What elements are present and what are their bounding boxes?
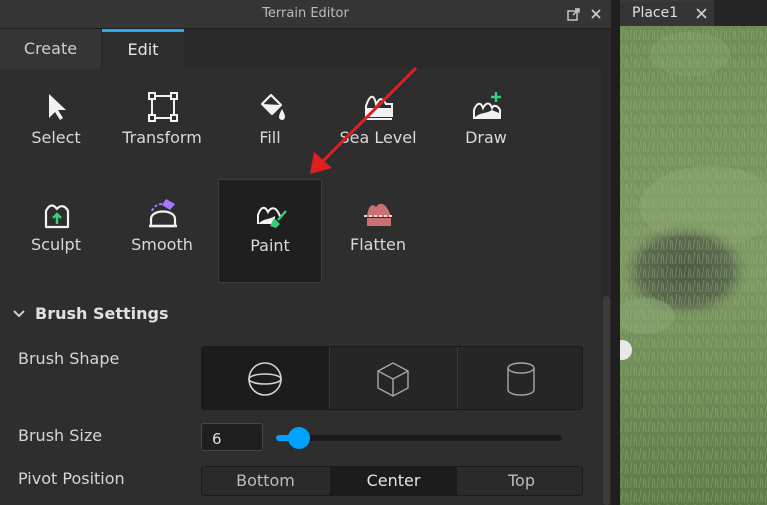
annotation-arrow [310,66,418,174]
window-title: Terrain Editor [262,6,349,21]
pivot-top-button[interactable]: Top [458,467,585,495]
tool-label: Draw [465,128,507,147]
tool-flatten[interactable]: Flatten [326,179,430,283]
tool-label: Sculpt [31,235,81,254]
brush-shape-selector [201,346,583,410]
smooth-icon [149,199,177,228]
section-title: Brush Settings [35,304,169,323]
close-icon[interactable] [588,6,604,22]
3d-viewport[interactable] [620,26,767,505]
transform-icon [148,92,178,122]
tool-draw[interactable]: Draw [434,72,538,176]
draw-terrain-icon [473,92,501,119]
tool-label: Smooth [131,235,193,254]
panel-scrollbar[interactable] [602,68,611,505]
pivot-bottom-button[interactable]: Bottom [202,467,329,495]
shape-cylinder-button[interactable] [458,347,585,409]
select-arrow-icon [49,94,66,120]
tool-label: Paint [250,236,290,255]
document-tab-bar: Place1 [620,0,767,26]
flatten-icon [364,203,394,226]
pivot-center-button[interactable]: Center [330,467,457,495]
document-tab[interactable]: Place1 [620,0,714,26]
undock-icon[interactable] [566,6,582,22]
pivot-position-label: Pivot Position [18,469,125,488]
tool-select[interactable]: Select [4,72,108,176]
sculpt-icon [44,204,70,229]
paint-icon [257,206,287,228]
tool-sculpt[interactable]: Sculpt [4,179,108,283]
slider-thumb[interactable] [287,427,310,449]
tool-smooth[interactable]: Smooth [110,179,214,283]
tool-label: Flatten [350,235,406,254]
terrain-editor-panel: Terrain Editor Create Edit Select Transf… [0,0,611,505]
shape-sphere-button[interactable] [202,347,329,409]
tool-paint[interactable]: Paint [218,179,322,283]
brush-size-input[interactable] [201,423,263,451]
terrain-scene [620,26,767,505]
document-tab-label: Place1 [632,5,679,21]
pivot-position-selector: Bottom Center Top [201,466,583,496]
brush-size-label: Brush Size [18,426,103,445]
close-tab-icon[interactable] [696,8,707,19]
shape-cube-button[interactable] [330,347,457,409]
tool-label: Select [31,128,81,147]
tool-transform[interactable]: Transform [110,72,214,176]
cylinder-icon [507,362,535,396]
scrollbar-thumb[interactable] [603,296,610,505]
cube-icon [377,362,409,397]
tab-create[interactable]: Create [0,29,102,69]
panel-splitter[interactable] [611,0,620,505]
tool-label: Transform [122,128,202,147]
chevron-down-icon [13,310,25,318]
brush-size-slider[interactable] [276,427,562,449]
sphere-icon [248,362,282,396]
title-bar: Terrain Editor [0,0,611,29]
brush-shape-label: Brush Shape [18,349,120,368]
fill-bucket-icon [260,93,285,120]
tab-edit[interactable]: Edit [102,29,184,69]
